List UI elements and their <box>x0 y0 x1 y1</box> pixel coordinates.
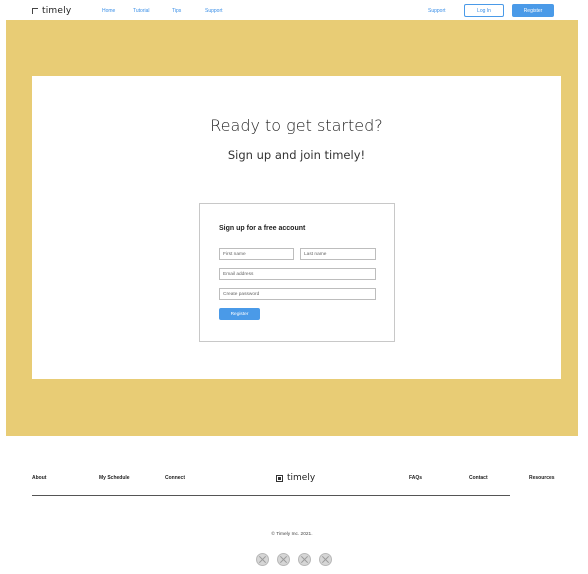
signup-submit-button[interactable]: Register <box>219 308 260 320</box>
last-name-field[interactable]: Last name <box>300 248 376 260</box>
footer-divider <box>32 495 510 496</box>
hero-section: Ready to get started? Sign up and join t… <box>6 20 578 436</box>
footer-resources[interactable]: Resources <box>529 475 555 481</box>
footer-logo[interactable]: timely <box>276 473 315 483</box>
social-icon[interactable] <box>256 553 269 566</box>
nav-home[interactable]: Home <box>102 8 115 14</box>
footer-logo-icon <box>276 474 283 482</box>
register-button[interactable]: Register <box>512 4 554 17</box>
social-icon[interactable] <box>277 553 290 566</box>
page: timely Home Tutorial Tips Support Suppor… <box>6 0 578 574</box>
footer-my-schedule[interactable]: My Schedule <box>99 475 130 481</box>
password-field[interactable]: Create password <box>219 288 376 300</box>
nav-tips[interactable]: Tips <box>172 8 181 14</box>
footer-logo-text: timely <box>287 473 316 483</box>
signup-form-title: Sign up for a free account <box>219 225 306 232</box>
copyright: © Timely Inc. 2021. <box>271 532 313 537</box>
footer-connect[interactable]: Connect <box>165 475 185 481</box>
nav-support[interactable]: Support <box>205 8 223 14</box>
first-name-field[interactable]: First name <box>219 248 294 260</box>
nav-tutorial[interactable]: Tutorial <box>133 8 150 14</box>
social-links <box>256 553 332 566</box>
hero-subtitle: Sign up and join timely! <box>227 148 366 162</box>
footer-contact[interactable]: Contact <box>469 475 488 481</box>
footer-faqs[interactable]: FAQs <box>409 475 422 481</box>
social-icon[interactable] <box>319 553 332 566</box>
social-icon[interactable] <box>298 553 311 566</box>
logo[interactable]: timely <box>32 6 71 16</box>
signup-form: Sign up for a free account First name La… <box>199 203 395 342</box>
header-support-link[interactable]: Support <box>428 8 446 14</box>
logo-icon <box>32 8 38 14</box>
logo-text: timely <box>42 6 72 16</box>
login-button[interactable]: Log In <box>464 4 504 17</box>
hero-panel: Ready to get started? Sign up and join t… <box>32 76 561 379</box>
email-field[interactable]: Email address <box>219 268 376 280</box>
hero-title: Ready to get started? <box>210 116 383 135</box>
footer-about[interactable]: About <box>32 475 46 481</box>
top-nav: timely Home Tutorial Tips Support Suppor… <box>6 0 578 20</box>
